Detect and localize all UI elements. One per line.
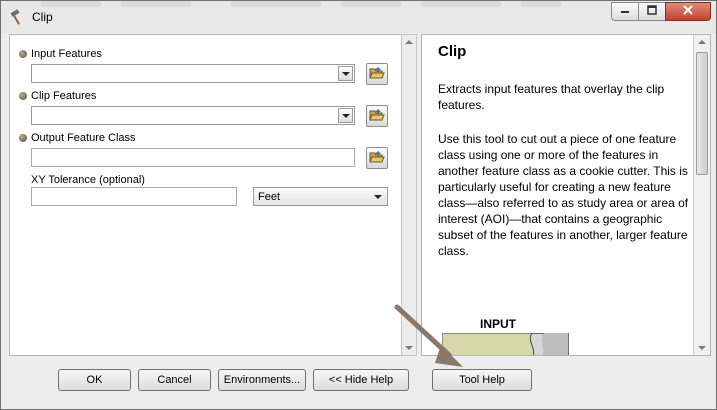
xy-tolerance-unit-value: Feet <box>258 191 281 203</box>
clip-features-label: Clip Features <box>31 90 97 102</box>
scroll-up-icon[interactable] <box>405 40 413 44</box>
title-bar-ghost <box>231 1 321 7</box>
title-bar[interactable]: Clip <box>1 1 716 33</box>
environments-button[interactable]: Environments... <box>218 369 306 391</box>
maximize-icon <box>647 5 657 18</box>
xy-tolerance-input[interactable] <box>31 187 237 206</box>
output-feature-class-label: Output Feature Class <box>31 132 136 144</box>
clip-dialog: Clip Input Features Clip Features Output… <box>0 0 717 410</box>
title-bar-ghost <box>521 1 561 7</box>
clip-features-browse-button[interactable] <box>366 105 388 127</box>
minimize-icon <box>620 5 630 18</box>
dropdown-arrow-icon[interactable] <box>338 66 353 81</box>
title-bar-ghost <box>341 1 401 7</box>
diagram-input-label: INPUT <box>480 317 516 331</box>
dropdown-arrow-icon <box>374 195 382 199</box>
input-features-label: Input Features <box>31 48 102 60</box>
title-bar-ghost <box>41 1 101 7</box>
help-scrollbar[interactable] <box>693 35 710 355</box>
window-title: Clip <box>32 10 53 24</box>
required-bullet-icon <box>19 92 27 100</box>
help-title: Clip <box>438 43 467 60</box>
required-bullet-icon <box>19 134 27 142</box>
close-icon <box>682 4 694 19</box>
hammer-icon <box>10 9 26 25</box>
parameters-panel: Input Features Clip Features Output Feat… <box>9 34 402 356</box>
title-bar-ghost <box>121 1 191 7</box>
close-button[interactable] <box>665 2 711 21</box>
xy-tolerance-unit-select[interactable]: Feet <box>253 187 388 206</box>
help-description: Use this tool to cut out a piece of one … <box>438 132 689 258</box>
minimize-button[interactable] <box>611 2 639 21</box>
help-scrollbar-thumb[interactable] <box>696 52 708 175</box>
output-feature-class-input[interactable] <box>31 148 355 167</box>
title-bar-ghost <box>421 1 501 7</box>
output-feature-class-browse-button[interactable] <box>366 147 388 169</box>
maximize-button[interactable] <box>638 2 666 21</box>
open-folder-icon <box>369 66 385 83</box>
open-folder-icon <box>369 150 385 167</box>
input-features-combo[interactable] <box>31 64 355 83</box>
open-folder-icon <box>369 108 385 125</box>
help-summary: Extracts input features that overlay the… <box>438 82 665 112</box>
scroll-up-icon[interactable] <box>698 40 706 44</box>
dropdown-arrow-icon[interactable] <box>338 108 353 123</box>
required-bullet-icon <box>19 50 27 58</box>
xy-tolerance-label: XY Tolerance (optional) <box>31 174 145 186</box>
window-controls <box>611 2 711 21</box>
input-features-browse-button[interactable] <box>366 63 388 85</box>
ok-button[interactable]: OK <box>58 369 131 391</box>
cancel-button[interactable]: Cancel <box>138 369 211 391</box>
scroll-down-icon[interactable] <box>698 346 706 350</box>
annotation-arrow-icon <box>394 304 463 367</box>
clip-features-combo[interactable] <box>31 106 355 125</box>
